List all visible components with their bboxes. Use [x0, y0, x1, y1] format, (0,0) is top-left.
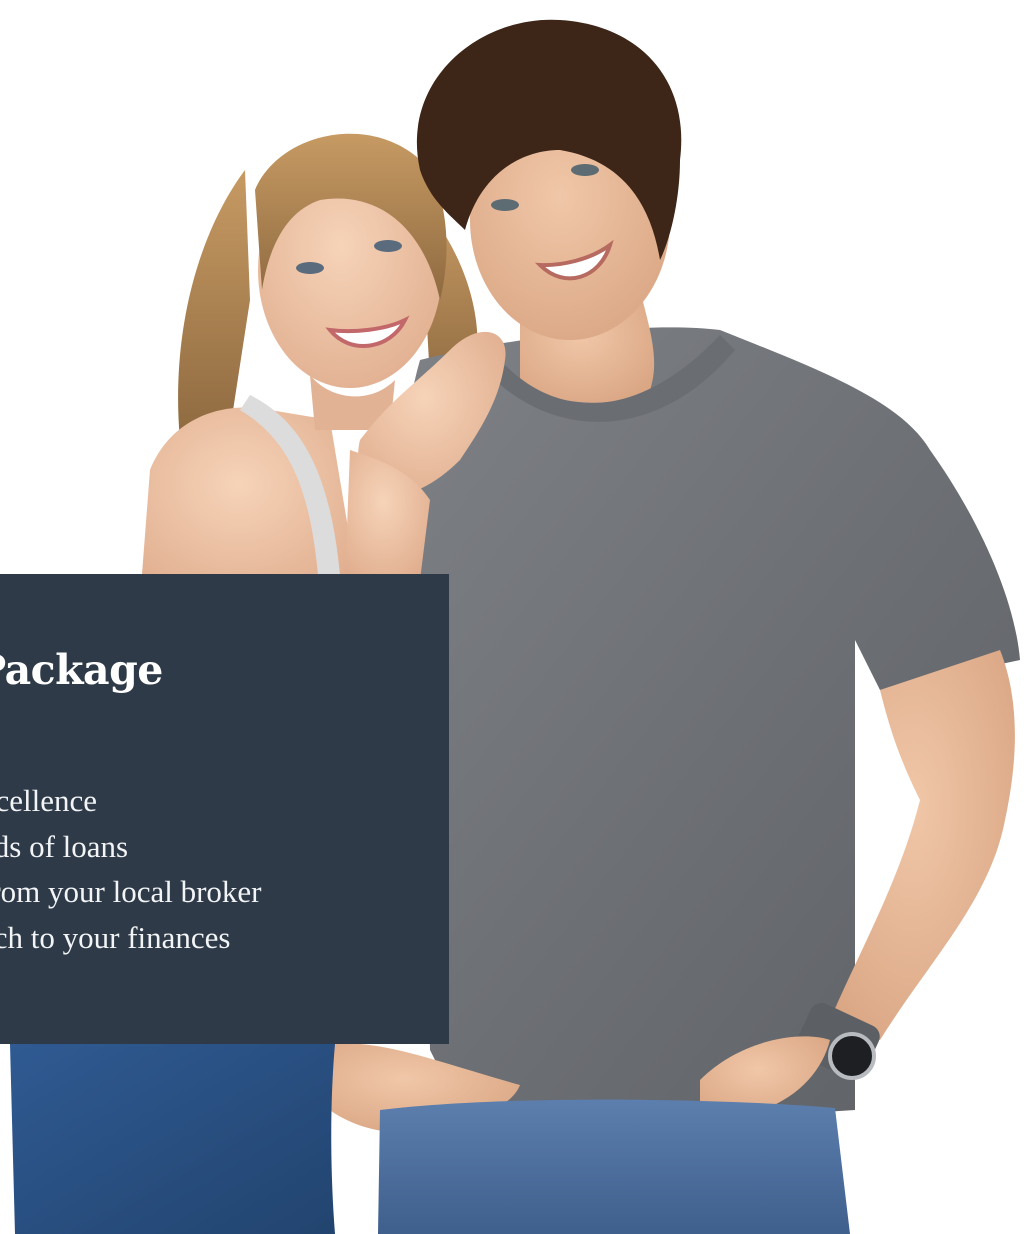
feature-item: ach to your finances	[0, 919, 231, 955]
feature-list: xcellence eds of loans from your local b…	[0, 778, 261, 960]
panel-heading: e Package	[0, 646, 163, 694]
feature-item: xcellence	[0, 783, 98, 818]
page: e Package xcellence eds of loans from yo…	[0, 0, 1024, 1234]
feature-item: eds of loans	[0, 828, 129, 864]
feature-item: from your local broker	[0, 874, 262, 909]
